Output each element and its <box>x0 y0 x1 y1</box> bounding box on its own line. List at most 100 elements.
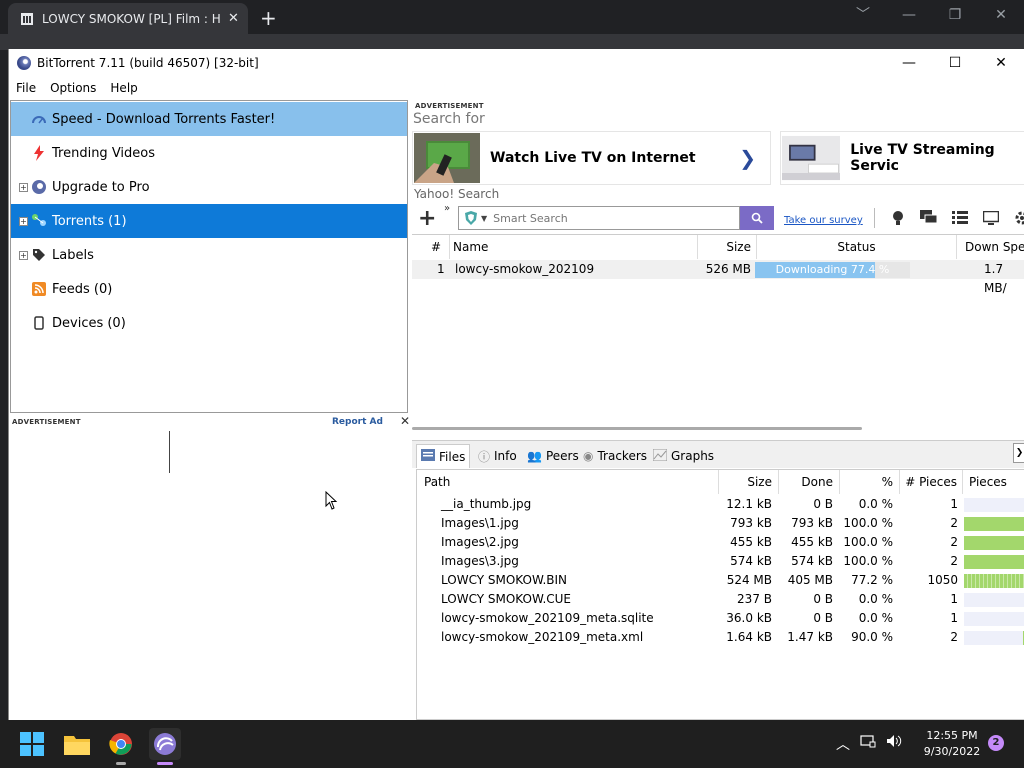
file-pieces-count: 1 <box>950 592 958 606</box>
collapse-panel-button[interactable]: ❯ <box>1013 443 1024 463</box>
search-input[interactable] <box>493 211 714 225</box>
close-tab-icon[interactable]: ✕ <box>228 11 239 26</box>
table-row[interactable]: lowcy-smokow_202109_meta.xml 1.64 kB 1.47 … <box>417 628 1024 647</box>
pieces-fill <box>964 574 1024 588</box>
list-view-icon[interactable] <box>944 207 975 229</box>
tab-trackers[interactable]: ◉ Trackers <box>583 444 647 468</box>
new-tab-button[interactable]: + <box>260 6 277 30</box>
windows-start-icon[interactable] <box>16 728 48 760</box>
minimize-button[interactable]: — <box>886 49 932 77</box>
column-header-pieces[interactable]: Pieces <box>963 470 1024 494</box>
tab-peers[interactable]: 👥 Peers <box>527 444 579 468</box>
table-row[interactable]: Images\2.jpg 455 kB 455 kB 100.0 % 2 <box>417 533 1024 552</box>
table-row[interactable]: LOWCY SMOKOW.CUE 237 B 0 B 0.0 % 1 <box>417 590 1024 609</box>
volume-icon[interactable] <box>886 734 902 754</box>
file-done: 1.47 kB <box>787 630 833 644</box>
more-toolbar-icon[interactable]: » <box>444 203 450 214</box>
sidebar-item-feeds[interactable]: Feeds (0) <box>11 272 407 306</box>
restore-button[interactable]: ❐ <box>932 0 978 34</box>
expand-icon[interactable]: + <box>19 250 28 260</box>
close-button[interactable]: ✕ <box>978 0 1024 34</box>
table-row[interactable]: Images\1.jpg 793 kB 793 kB 100.0 % 2 <box>417 514 1024 533</box>
file-done: 0 B <box>813 497 833 511</box>
expand-icon[interactable]: + <box>19 216 28 226</box>
sidebar-item-upgrade[interactable]: + Upgrade to Pro <box>11 170 407 204</box>
file-pieces-count: 2 <box>950 516 958 530</box>
chevron-down-icon[interactable]: ▼ <box>481 214 487 223</box>
monitor-icon[interactable] <box>975 207 1006 229</box>
lightbulb-icon[interactable] <box>882 207 913 229</box>
tab-graphs[interactable]: Graphs <box>652 444 714 468</box>
network-icon[interactable] <box>860 734 876 754</box>
file-size: 455 kB <box>730 535 772 549</box>
ad-banner-live-tv[interactable]: Watch Live TV on Internet ❯ <box>412 131 771 185</box>
bittorrent-taskbar-icon[interactable] <box>149 728 181 760</box>
file-done: 0 B <box>813 592 833 606</box>
column-header-done[interactable]: Done <box>779 470 840 494</box>
tab-files[interactable]: Files <box>416 444 471 468</box>
report-ad-link[interactable]: Report Ad <box>332 417 383 427</box>
maximize-button[interactable]: ☐ <box>932 49 978 77</box>
add-torrent-button[interactable]: + <box>418 206 436 231</box>
system-tray: ︿ <box>836 734 912 754</box>
expand-icon[interactable]: + <box>19 182 28 192</box>
column-header-name[interactable]: Name <box>449 235 698 259</box>
ad-banner-streaming[interactable]: Live TV Streaming Servic <box>780 131 1024 185</box>
chevron-up-icon[interactable]: ︿ <box>836 734 850 754</box>
pieces-fill <box>964 555 1024 569</box>
torrent-down-speed: 1.7 MB/ <box>984 262 1007 295</box>
table-row[interactable]: LOWCY SMOKOW.BIN 524 MB 405 MB 77.2 % 1050 <box>417 571 1024 590</box>
gear-icon[interactable] <box>1006 207 1024 229</box>
table-row[interactable]: __ia_thumb.jpg 12.1 kB 0 B 0.0 % 1 <box>417 495 1024 514</box>
browser-toolbar <box>0 34 1024 50</box>
file-path: Images\2.jpg <box>441 535 519 549</box>
sidebar-item-labels[interactable]: + Labels <box>11 238 407 272</box>
file-explorer-icon[interactable] <box>61 728 93 760</box>
tab-label: Peers <box>545 449 579 463</box>
minimize-button[interactable]: — <box>886 0 932 34</box>
chrome-icon[interactable] <box>105 728 137 760</box>
mouse-cursor-icon <box>325 491 338 510</box>
pieces-bar <box>964 631 1024 645</box>
info-icon: ⓘ <box>478 449 491 464</box>
browser-tab[interactable]: LOWCY SMOKOW [PL] Film : HAC ✕ <box>8 3 248 34</box>
take-survey-link[interactable]: Take our survey <box>784 215 863 226</box>
column-header-pieces-count[interactable]: # Pieces <box>900 470 963 494</box>
clock[interactable]: 12:55 PM 9/30/2022 <box>914 728 990 760</box>
column-header-path[interactable]: Path <box>417 470 719 494</box>
bittorrent-logo-icon <box>17 56 31 70</box>
sidebar-item-devices[interactable]: Devices (0) <box>11 306 407 340</box>
column-header-size[interactable]: Size <box>719 470 779 494</box>
column-header-percent[interactable]: % <box>840 470 900 494</box>
graphs-icon <box>652 448 668 464</box>
menu-help[interactable]: Help <box>110 81 137 95</box>
chat-icon[interactable] <box>913 207 944 229</box>
file-percent: 100.0 % <box>843 535 893 549</box>
file-path: __ia_thumb.jpg <box>441 497 532 511</box>
shield-icon <box>465 211 477 225</box>
sidebar-item-label: Torrents (1) <box>52 213 127 229</box>
column-header-status[interactable]: Status <box>757 235 957 259</box>
menu-options[interactable]: Options <box>50 81 96 95</box>
sidebar-item-torrents[interactable]: + Torrents (1) <box>11 204 407 238</box>
table-row[interactable]: 1 lowcy-smokow_202109 526 MB Downloading… <box>412 260 1024 295</box>
notification-badge[interactable]: 2 <box>988 735 1004 751</box>
tab-search-icon[interactable]: ﹀ <box>840 0 886 34</box>
horizontal-scrollbar[interactable] <box>412 427 862 430</box>
search-for-label: Search for <box>413 111 485 127</box>
table-row[interactable]: Images\3.jpg 574 kB 574 kB 100.0 % 2 <box>417 552 1024 571</box>
column-header-down-speed[interactable]: Down Speed <box>957 235 1024 259</box>
file-percent: 100.0 % <box>843 516 893 530</box>
file-percent: 0.0 % <box>858 497 893 511</box>
tab-info[interactable]: ⓘ Info <box>478 444 517 468</box>
menu-file[interactable]: File <box>16 81 36 95</box>
close-ad-icon[interactable]: ✕ <box>400 414 410 428</box>
sidebar-item-speed[interactable]: Speed - Download Torrents Faster! <box>11 102 407 136</box>
search-button[interactable] <box>740 206 774 230</box>
table-row[interactable]: lowcy-smokow_202109_meta.sqlite 36.0 kB 0 … <box>417 609 1024 628</box>
column-header-number[interactable]: # <box>412 235 445 259</box>
column-header-size[interactable]: Size <box>698 235 757 259</box>
tag-icon <box>31 247 47 263</box>
sidebar-item-trending[interactable]: Trending Videos <box>11 136 407 170</box>
close-button[interactable]: ✕ <box>978 49 1024 77</box>
